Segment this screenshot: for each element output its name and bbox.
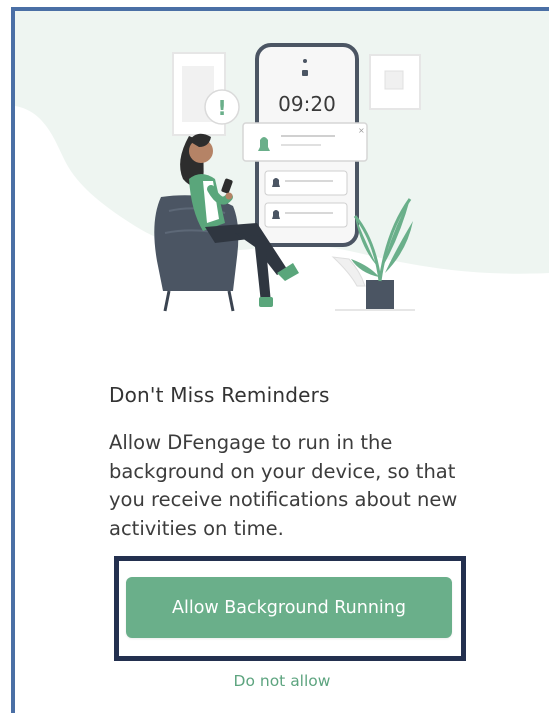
screen-title: Don't Miss Reminders [109,383,330,407]
screen-description: Allow DFengage to run in the background … [109,431,458,540]
svg-text:×: × [358,126,365,135]
alert-mark: ! [217,96,226,120]
allow-background-running-button[interactable]: Allow Background Running [126,577,452,638]
permission-screen: 09:20 × ! Don't Miss Reminders Allow DFe… [11,7,549,713]
notification-illustration: 09:20 × ! [15,11,549,312]
phone-clock: 09:20 [278,92,336,116]
do-not-allow-link[interactable]: Do not allow [15,672,549,690]
